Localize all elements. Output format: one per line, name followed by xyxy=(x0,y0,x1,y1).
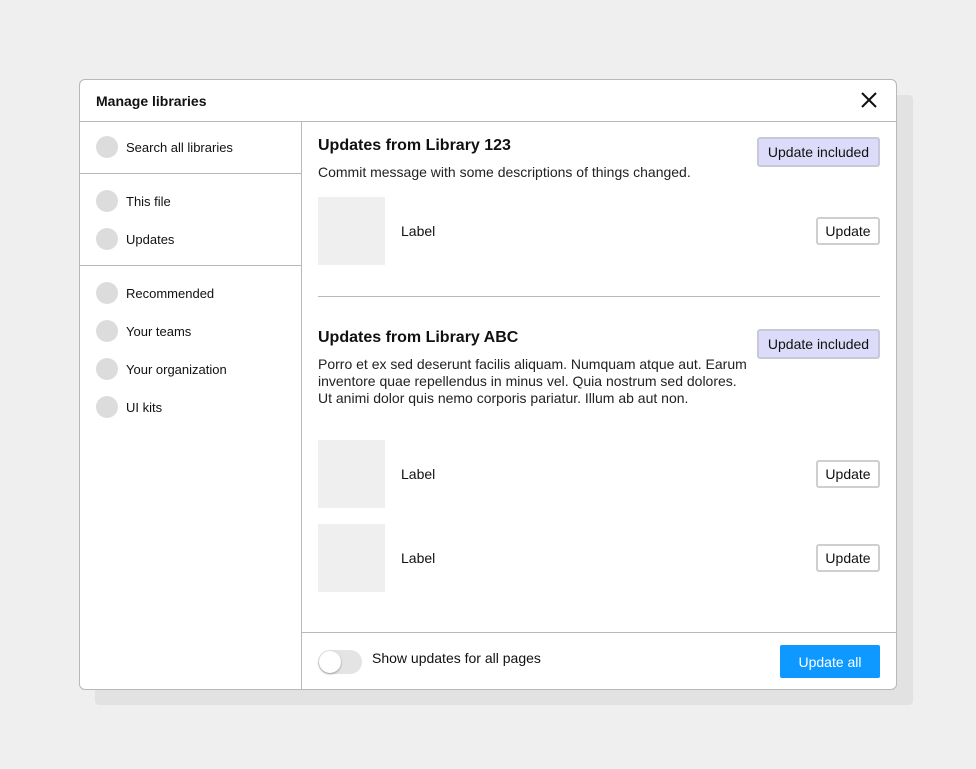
section-description: Porro et ex sed deserunt facilis aliquam… xyxy=(318,356,747,406)
update-button[interactable]: Update xyxy=(816,217,880,245)
placeholder-icon xyxy=(96,358,118,380)
section-title: Updates from Library 123 xyxy=(318,137,511,154)
sidebar-item-label: Search all libraries xyxy=(126,139,233,155)
component-thumbnail xyxy=(318,440,385,508)
library-update-section: Updates from Library 123 Commit message … xyxy=(318,122,880,292)
component-item: Label Update xyxy=(318,440,880,508)
update-included-badge[interactable]: Update included xyxy=(757,137,880,167)
section-divider xyxy=(318,296,880,297)
sidebar-file-group: This file Updates xyxy=(80,174,301,266)
placeholder-icon xyxy=(96,396,118,418)
sidebar-browse-group: Recommended Your teams Your organization… xyxy=(80,266,301,434)
manage-libraries-dialog: Manage libraries Search all libraries Th… xyxy=(79,79,897,690)
sidebar: Search all libraries This file Updates R… xyxy=(80,122,302,689)
placeholder-icon xyxy=(96,136,118,158)
dialog-footer: Show updates for all pages Update all xyxy=(302,632,896,689)
sidebar-item-label: Your organization xyxy=(126,361,227,377)
update-button[interactable]: Update xyxy=(816,544,880,572)
sidebar-item-recommended[interactable]: Recommended xyxy=(80,274,301,312)
sidebar-item-your-organization[interactable]: Your organization xyxy=(80,350,301,388)
sidebar-item-ui-kits[interactable]: UI kits xyxy=(80,388,301,426)
update-button[interactable]: Update xyxy=(816,460,880,488)
toggle-label: Show updates for all pages xyxy=(372,650,541,666)
sidebar-item-label: Updates xyxy=(126,231,175,247)
close-icon[interactable] xyxy=(860,91,878,109)
toggle-knob xyxy=(319,651,341,673)
component-item: Label Update xyxy=(318,197,880,265)
placeholder-icon xyxy=(96,320,118,342)
sidebar-item-updates[interactable]: Updates xyxy=(80,220,301,258)
sidebar-item-your-teams[interactable]: Your teams xyxy=(80,312,301,350)
section-title: Updates from Library ABC xyxy=(318,329,519,346)
library-update-section: Updates from Library ABC Porro et ex sed… xyxy=(318,314,880,634)
sidebar-item-this-file[interactable]: This file xyxy=(80,182,301,220)
component-thumbnail xyxy=(318,524,385,592)
show-all-pages-toggle[interactable] xyxy=(318,650,362,674)
component-item: Label Update xyxy=(318,524,880,592)
sidebar-item-label: Your teams xyxy=(126,323,192,339)
sidebar-item-label: This file xyxy=(126,193,171,209)
placeholder-icon xyxy=(96,190,118,212)
update-all-button[interactable]: Update all xyxy=(780,645,880,678)
sidebar-item-label: Recommended xyxy=(126,285,215,301)
sidebar-item-label: UI kits xyxy=(126,399,163,415)
dialog-title: Manage libraries xyxy=(96,93,207,109)
section-description: Commit message with some descriptions of… xyxy=(318,164,691,180)
sidebar-search-group: Search all libraries xyxy=(80,122,301,174)
sidebar-item-search-all-libraries[interactable]: Search all libraries xyxy=(80,128,301,166)
component-label: Label xyxy=(401,466,436,482)
dialog-header: Manage libraries xyxy=(80,80,896,122)
component-label: Label xyxy=(401,223,436,239)
component-label: Label xyxy=(401,550,436,566)
updates-panel: Updates from Library 123 Commit message … xyxy=(302,122,896,632)
placeholder-icon xyxy=(96,228,118,250)
component-thumbnail xyxy=(318,197,385,265)
placeholder-icon xyxy=(96,282,118,304)
update-included-badge[interactable]: Update included xyxy=(757,329,880,359)
